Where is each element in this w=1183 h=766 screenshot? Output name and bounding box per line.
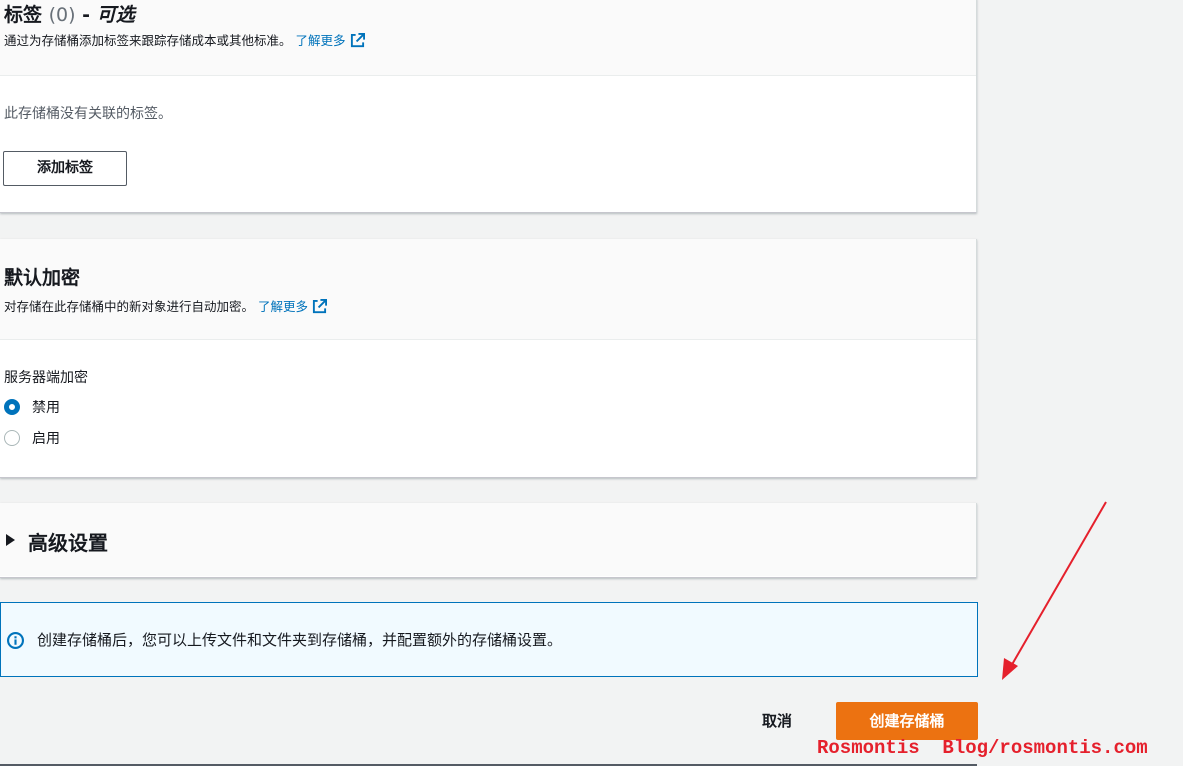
tags-panel: 标签 (0) - 可选 通过为存储桶添加标签来跟踪存储成本或其他标准。 了解更多… [0,0,977,213]
encryption-header: 默认加密 对存储在此存储桶中的新对象进行自动加密。 了解更多 [0,239,976,340]
tags-empty-text: 此存储桶没有关联的标签。 [4,106,172,122]
advanced-settings-title[interactable]: 高级设置 [28,527,108,556]
radio-unselected-icon[interactable] [4,430,20,446]
info-alert-text: 创建存储桶后，您可以上传文件和文件夹到存储桶，并配置额外的存储桶设置。 [37,631,563,649]
radio-enable[interactable]: 启用 [4,429,60,449]
info-alert: 创建存储桶后，您可以上传文件和文件夹到存储桶，并配置额外的存储桶设置。 [0,602,978,677]
advanced-settings-panel[interactable]: 高级设置 [0,503,977,578]
radio-selected-icon[interactable] [4,399,20,415]
encryption-learn-more-link[interactable]: 了解更多 [258,299,328,314]
create-bucket-button[interactable]: 创建存储桶 [836,702,978,740]
tags-learn-more-link[interactable]: 了解更多 [296,33,365,48]
encryption-title: 默认加密 [4,267,81,289]
tags-optional-label: 可选 [96,4,135,26]
add-tag-button[interactable]: 添加标签 [3,151,127,186]
caret-right-icon[interactable] [6,534,15,546]
radio-disable[interactable]: 禁用 [4,398,60,418]
external-link-icon [312,299,328,314]
default-encryption-panel: 默认加密 对存储在此存储桶中的新对象进行自动加密。 了解更多 服务器端加密 禁用… [0,239,977,478]
watermark-text: Rosmontis Blog/rosmontis.com [817,737,1148,759]
advanced-settings-header[interactable]: 高级设置 [0,503,976,576]
external-link-icon [350,33,365,48]
info-circle-icon [7,632,24,649]
server-side-encryption-label: 服务器端加密 [4,370,88,386]
cancel-button[interactable]: 取消 [762,710,792,731]
tags-description: 通过为存储桶添加标签来跟踪存储成本或其他标准。 了解更多 [4,30,365,49]
tags-count: (0) [48,4,76,26]
encryption-description: 对存储在此存储桶中的新对象进行自动加密。 了解更多 [4,296,328,315]
tags-header: 标签 (0) - 可选 通过为存储桶添加标签来跟踪存储成本或其他标准。 了解更多 [0,0,976,76]
tags-title: 标签 (0) - 可选 [4,4,135,26]
